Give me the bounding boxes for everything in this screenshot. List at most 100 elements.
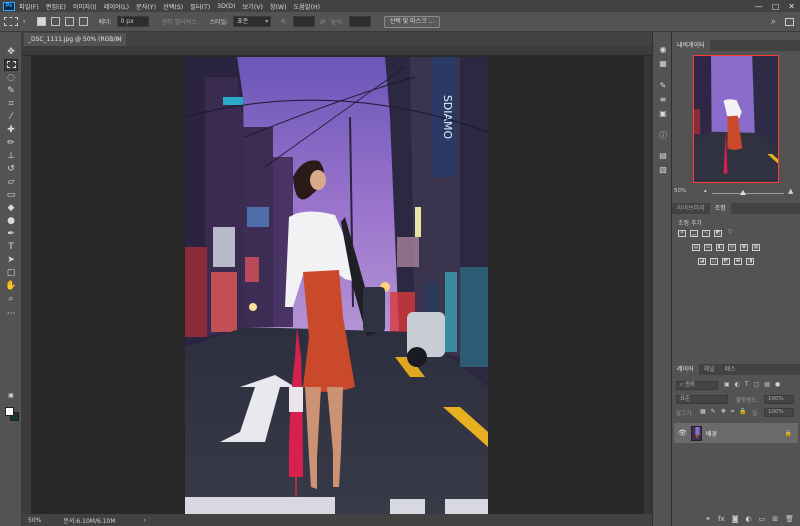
- levels-icon[interactable]: ▁: [690, 230, 698, 237]
- crop-tool-icon[interactable]: ⌗: [4, 98, 18, 110]
- document-tab[interactable]: _DSC_1111.jpg @ 50% (RGB/8) ×: [24, 33, 126, 46]
- hand-tool-icon[interactable]: ✋: [4, 280, 18, 292]
- filter-adjust-icon[interactable]: ◐: [735, 381, 740, 388]
- new-group-icon[interactable]: ▭: [759, 515, 766, 523]
- rectangle-tool-icon[interactable]: ▢: [4, 267, 18, 279]
- status-arrow-icon[interactable]: ›: [144, 517, 146, 524]
- channel-mixer-icon[interactable]: ◉: [740, 244, 748, 251]
- history-brush-tool-icon[interactable]: ↺: [4, 163, 18, 175]
- zoom-slider-handle[interactable]: [740, 190, 746, 195]
- color-panel-icon[interactable]: ◉: [657, 44, 669, 55]
- status-zoom[interactable]: 50%: [28, 517, 41, 524]
- add-selection-icon[interactable]: [50, 17, 60, 26]
- minimize-button[interactable]: —: [755, 2, 763, 11]
- menu-select[interactable]: 선택(S): [163, 2, 183, 11]
- lock-paint-icon[interactable]: ✎: [711, 408, 716, 416]
- lock-transparent-icon[interactable]: ▦: [700, 408, 706, 416]
- new-adjustment-icon[interactable]: ◐: [746, 515, 752, 523]
- menu-image[interactable]: 이미지(I): [73, 2, 97, 11]
- zoom-slider[interactable]: [712, 193, 784, 194]
- actions-panel-icon[interactable]: ▣: [657, 108, 669, 119]
- threshold-icon[interactable]: ◩: [722, 258, 730, 265]
- brush-tool-icon[interactable]: ✏: [4, 137, 18, 149]
- document-image[interactable]: SDIAMO: [185, 57, 488, 514]
- swatches-panel-icon[interactable]: ▦: [657, 58, 669, 69]
- paragraph-panel-icon[interactable]: ▧: [657, 164, 669, 175]
- select-mask-button[interactable]: 선택 및 마스크 ...: [383, 15, 441, 28]
- new-layer-icon[interactable]: ⊞: [772, 515, 778, 523]
- menu-filter[interactable]: 필터(T): [190, 2, 210, 11]
- menu-type[interactable]: 문자(Y): [136, 2, 156, 11]
- character-panel-icon[interactable]: ▤: [657, 150, 669, 161]
- workspace-icon[interactable]: [785, 17, 794, 26]
- brush-panel-icon[interactable]: ✎: [657, 80, 669, 91]
- layer-row-background[interactable]: 👁 배경 🔒: [674, 423, 798, 443]
- filter-toggle-icon[interactable]: ●: [775, 381, 780, 388]
- antialias-checkbox[interactable]: 앤티 앨리어스: [162, 17, 197, 26]
- filter-shape-icon[interactable]: ▢: [754, 381, 760, 388]
- vertical-scrollbar[interactable]: [644, 56, 652, 514]
- maximize-button[interactable]: □: [772, 2, 780, 11]
- close-button[interactable]: ✕: [788, 2, 795, 11]
- dodge-tool-icon[interactable]: ●: [4, 215, 18, 227]
- eraser-tool-icon[interactable]: ▱: [4, 176, 18, 188]
- search-icon[interactable]: ⌕: [771, 17, 776, 27]
- fill-input[interactable]: 100%: [764, 408, 794, 417]
- marquee-tool-icon[interactable]: [4, 59, 18, 71]
- eyedropper-tool-icon[interactable]: ⁄: [4, 111, 18, 123]
- menu-file[interactable]: 파일(F): [19, 2, 39, 11]
- tab-channels[interactable]: 채널: [699, 364, 720, 375]
- menu-layer[interactable]: 레이어(L): [104, 2, 129, 11]
- healing-brush-tool-icon[interactable]: ✚: [4, 124, 18, 136]
- color-balance-icon[interactable]: ⚖: [704, 244, 712, 251]
- invert-icon[interactable]: ◪: [698, 258, 706, 265]
- navigator-zoom-value[interactable]: 50%: [674, 188, 686, 194]
- intersect-selection-icon[interactable]: [78, 17, 88, 26]
- exposure-icon[interactable]: ◩: [714, 230, 722, 237]
- style-select[interactable]: 표준 ▾: [233, 16, 272, 27]
- move-tool-icon[interactable]: ✥: [4, 46, 18, 58]
- zoom-out-icon[interactable]: ▴: [704, 188, 707, 194]
- visibility-eye-icon[interactable]: 👁: [678, 429, 687, 437]
- layer-lock-icon[interactable]: 🔒: [785, 430, 792, 437]
- blend-mode-select[interactable]: 표준: [676, 395, 728, 404]
- path-select-tool-icon[interactable]: ➤: [4, 254, 18, 266]
- menu-window[interactable]: 창(W): [270, 2, 287, 11]
- width-input[interactable]: [292, 16, 315, 27]
- menu-help[interactable]: 도움말(H): [294, 2, 321, 11]
- new-selection-icon[interactable]: [36, 17, 46, 26]
- tab-libraries[interactable]: 라이브러리: [672, 203, 710, 214]
- lock-artboard-icon[interactable]: ⌗: [731, 408, 734, 416]
- black-white-icon[interactable]: ◧: [716, 244, 724, 251]
- more-tools-icon[interactable]: ···: [4, 308, 18, 320]
- link-layers-icon[interactable]: ⚭: [705, 515, 711, 523]
- lock-all-icon[interactable]: 🔒: [739, 408, 746, 416]
- gradient-tool-icon[interactable]: ▭: [4, 189, 18, 201]
- preset-chevron-icon[interactable]: ▾: [23, 19, 26, 25]
- marquee-preset-icon[interactable]: [4, 17, 18, 26]
- brightness-contrast-icon[interactable]: ☀: [678, 230, 686, 237]
- tab-navigator[interactable]: 내비게이터: [672, 40, 710, 51]
- clone-stamp-tool-icon[interactable]: ⊥: [4, 150, 18, 162]
- filter-pixel-icon[interactable]: ▣: [724, 381, 730, 388]
- delete-layer-icon[interactable]: 🗑: [785, 515, 794, 523]
- vibrance-icon[interactable]: ▽: [726, 230, 734, 237]
- lock-position-icon[interactable]: ✥: [721, 408, 726, 416]
- tab-paths[interactable]: 패스: [720, 364, 741, 375]
- tab-layers[interactable]: 레이어: [672, 364, 699, 375]
- filter-type-icon[interactable]: T: [745, 381, 749, 388]
- posterize-icon[interactable]: ◫: [710, 258, 718, 265]
- menu-3d[interactable]: 3D(D): [217, 3, 235, 10]
- gradient-map-icon[interactable]: ▬: [734, 258, 742, 265]
- menu-view[interactable]: 보기(V): [242, 2, 262, 11]
- filter-smart-icon[interactable]: ▤: [764, 381, 770, 388]
- navigator-thumbnail[interactable]: [693, 55, 779, 183]
- subtract-selection-icon[interactable]: [64, 17, 74, 26]
- zoom-in-icon[interactable]: ▲: [788, 187, 793, 195]
- layer-name[interactable]: 배경: [706, 429, 717, 438]
- quick-mask-icon[interactable]: ▣: [4, 390, 18, 402]
- hue-saturation-icon[interactable]: ▤: [692, 244, 700, 251]
- photo-filter-icon[interactable]: ◎: [728, 244, 736, 251]
- color-lookup-icon[interactable]: ▦: [752, 244, 760, 251]
- curves-icon[interactable]: ∿: [702, 230, 710, 237]
